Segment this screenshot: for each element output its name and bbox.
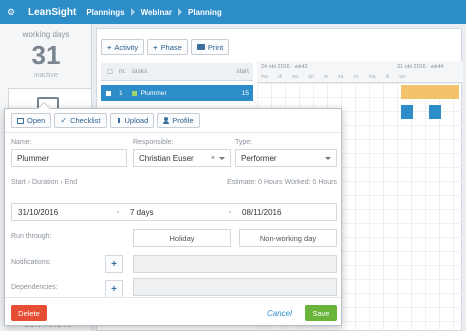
week-label: 24 okt 2016 - wk43 (261, 64, 308, 70)
add-dependency-button[interactable]: + (105, 280, 123, 298)
dependencies-field[interactable] (133, 278, 337, 296)
dependencies-label: Dependencies: (11, 284, 58, 291)
gantt-bar-row2[interactable] (401, 105, 413, 119)
non-working-day-button[interactable]: Non-working day (239, 229, 337, 247)
chevron-down-icon (219, 156, 225, 160)
printer-icon (196, 44, 205, 50)
activity-dialog: Open ✓ Checklist Upload Profile Name: Res… (4, 102, 342, 326)
day-label: ma (368, 74, 376, 80)
working-days-label: working days (22, 30, 70, 39)
footer-divider (5, 297, 341, 298)
tab-profile[interactable]: Profile (157, 113, 200, 128)
gantt-header: 24 okt 2016 - wk43 31 okt 2016 - wk44 ma… (257, 61, 463, 83)
plus-icon: + (107, 42, 112, 52)
select-all-checkbox[interactable]: ☐ (107, 68, 113, 76)
column-start: start (236, 68, 249, 75)
notifications-label: Notifications: (11, 259, 52, 266)
week-label: 31 okt 2016 - wk44 (397, 64, 444, 70)
chevron-right-icon (178, 8, 182, 16)
tab-open[interactable]: Open (11, 113, 52, 128)
table-row[interactable]: 1 Plummer 15 (101, 85, 253, 101)
day-label: di (277, 74, 282, 80)
day-label: wo (399, 74, 406, 80)
duration-input[interactable]: 7 days (124, 208, 224, 217)
day-label: di (385, 74, 390, 80)
task-name: Plummer (140, 89, 167, 97)
day-label: ma (261, 74, 268, 80)
working-days-value: 31 (31, 40, 61, 70)
tab-upload[interactable]: Upload (109, 113, 155, 128)
chevron-right-icon (130, 8, 135, 16)
day-label: do (308, 74, 314, 80)
cancel-button[interactable]: Cancel (267, 305, 292, 321)
name-input[interactable]: Plummer (11, 149, 127, 167)
app-brand[interactable]: LeanSight (28, 7, 76, 18)
task-list-header: ☐ nr. tasks start (101, 63, 253, 81)
chevron-right-icon: › (116, 208, 120, 216)
holiday-button[interactable]: Holiday (133, 229, 231, 247)
day-label: zo (353, 74, 359, 80)
add-activity-button[interactable]: + Activity (101, 39, 145, 55)
dialog-tabs: Open ✓ Checklist Upload Profile (11, 113, 200, 128)
estimate-text: Estimate: 0 Hours Worked: 0 Hours (227, 179, 337, 186)
dialog-pointer-inner (38, 103, 50, 109)
save-button[interactable]: Save (305, 305, 337, 321)
name-label: Name: (11, 139, 32, 146)
breadcrumb: Plannings Webinar Planning (86, 8, 221, 17)
add-phase-button[interactable]: + Phase (147, 39, 188, 55)
notifications-field[interactable] (133, 255, 337, 273)
row-index: 1 (119, 89, 123, 97)
row-checkbox[interactable] (106, 90, 111, 96)
type-label: Type: (235, 139, 253, 146)
start-date-input[interactable]: 31/10/2016 (12, 208, 112, 217)
envelope-icon (17, 117, 24, 124)
print-button[interactable]: Print (190, 39, 230, 55)
end-date-input[interactable]: 08/11/2016 (236, 208, 336, 217)
status-text: inactive (34, 72, 58, 79)
breadcrumb-webinar[interactable]: Webinar (141, 8, 172, 17)
task-count: 15 (241, 89, 249, 97)
sequence-label: Start › Duration › End (11, 179, 78, 186)
column-nr: nr. (118, 68, 127, 75)
toolbar: + Activity + Phase Print (101, 39, 230, 55)
day-labels: ma di wo do vr za zo ma di wo (261, 74, 406, 80)
breadcrumb-planning[interactable]: Planning (188, 8, 222, 17)
check-icon: ✓ (60, 116, 68, 125)
responsible-label: Responsible: (133, 139, 174, 146)
day-label: wo (291, 74, 299, 80)
top-bar: ⚙ LeanSight Plannings Webinar Planning (0, 0, 466, 24)
gantt-bar-row2[interactable] (429, 105, 441, 119)
gear-icon[interactable]: ⚙ (0, 7, 22, 18)
plus-icon: + (153, 42, 158, 52)
person-icon (163, 117, 170, 124)
divider (5, 132, 341, 133)
chevron-right-icon: › (228, 208, 232, 216)
delete-button[interactable]: Delete (11, 305, 47, 321)
column-tasks: tasks (132, 68, 148, 75)
responsible-select[interactable]: Christian Euser × (133, 149, 231, 167)
run-through-label: Run through: (11, 233, 52, 240)
day-label: za (338, 74, 344, 80)
date-duration-row: 31/10/2016 › 7 days › 08/11/2016 (11, 203, 337, 221)
gantt-bar-row1[interactable] (401, 85, 459, 99)
upload-icon (115, 117, 122, 124)
type-select[interactable]: Performer (235, 149, 337, 167)
task-color-icon (131, 90, 137, 96)
add-notification-button[interactable]: + (105, 255, 123, 273)
breadcrumb-plannings[interactable]: Plannings (86, 8, 124, 17)
day-label: vr (323, 74, 328, 80)
chevron-down-icon (325, 156, 331, 160)
tab-checklist[interactable]: ✓ Checklist (54, 113, 107, 128)
clear-icon[interactable]: × (211, 155, 215, 162)
